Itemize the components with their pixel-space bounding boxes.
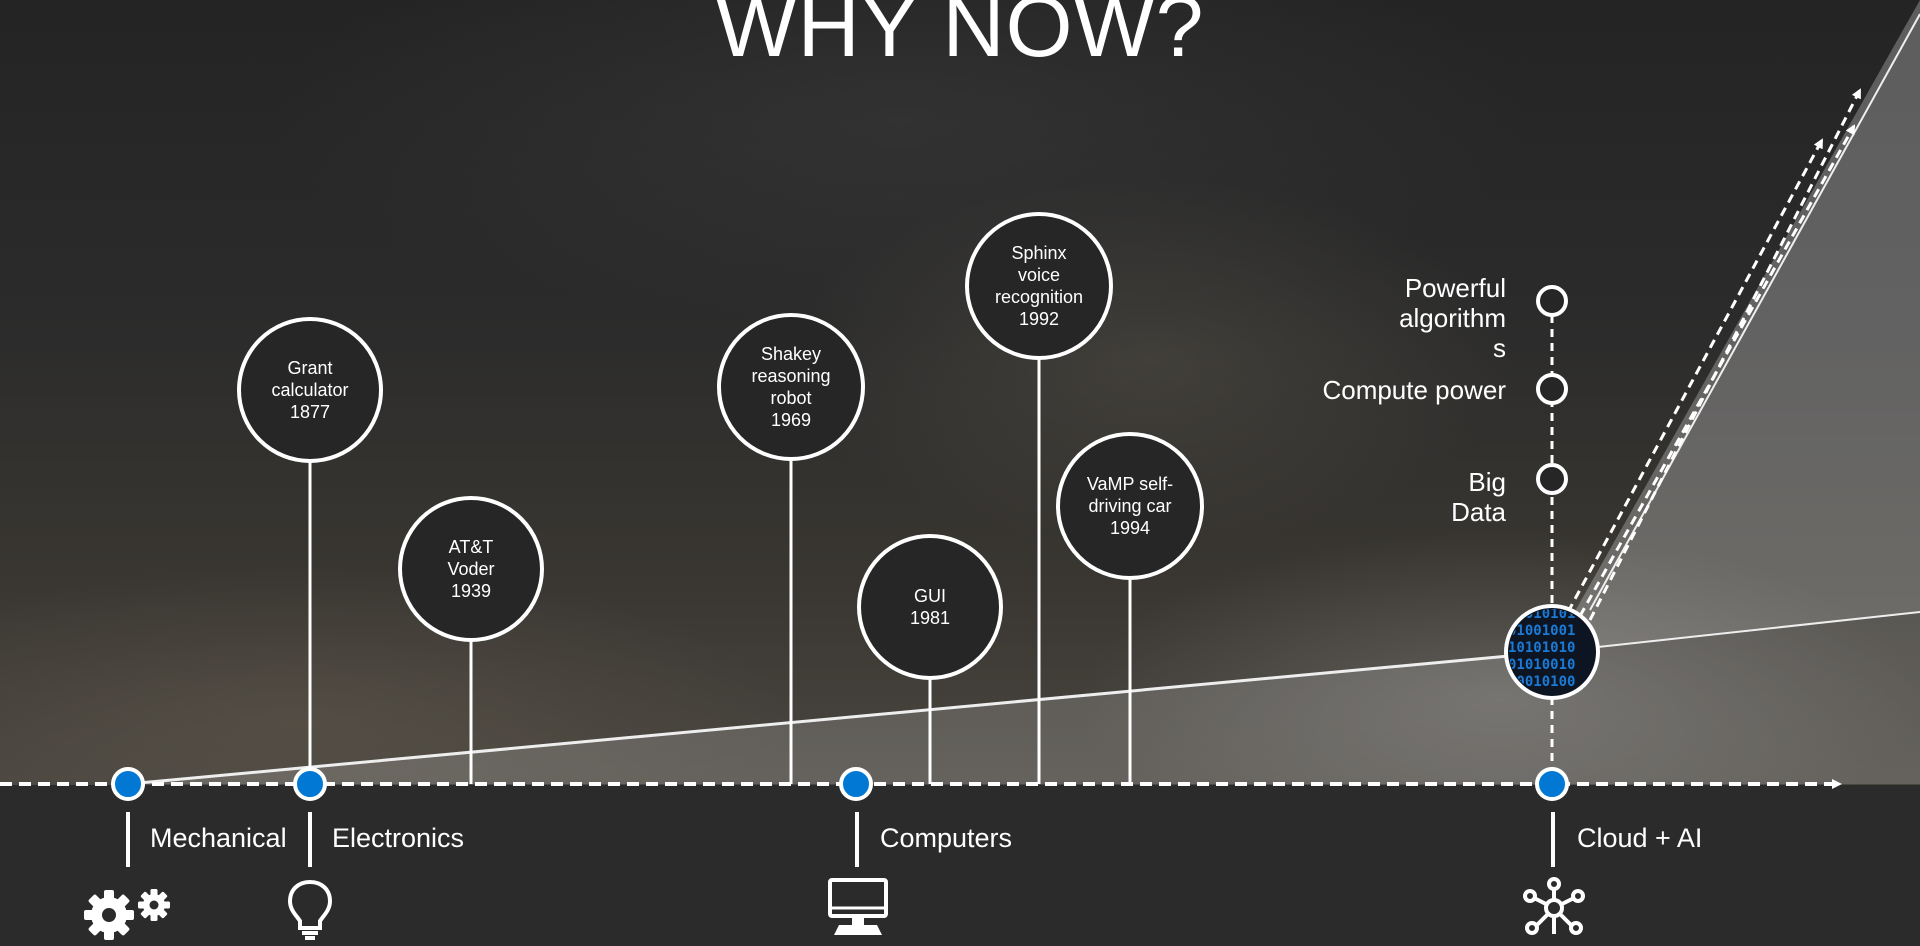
era-dot-mechanical (111, 767, 145, 801)
milestone-label: Shakey reasoning robot 1969 (751, 344, 831, 430)
driver-big-data: Big Data (1451, 467, 1506, 527)
computer-icon (828, 878, 888, 935)
slide-title: WHY NOW? (715, 0, 1205, 75)
milestone-label: GUI 1981 (909, 586, 951, 628)
era-divider (308, 812, 312, 867)
era-dot-computers (839, 767, 873, 801)
driver-node (1536, 463, 1568, 495)
driver-powerful-algorithms: Powerful algorithm s (1399, 273, 1506, 363)
timeline-graphic: 10010101 01001001 10101010 01010010 10010100 (0, 0, 1920, 801)
era-divider (855, 812, 859, 867)
era-dot-electronics (293, 767, 327, 801)
growth-wedge-steep (1552, 0, 1920, 652)
era-divider (126, 812, 130, 867)
era-label-mechanical: Mechanical (150, 823, 287, 853)
era-dot-cloud-ai (1535, 767, 1569, 801)
era-label-computers: Computers (880, 823, 1013, 853)
milestone-vamp: VaMP self- driving car 1994 (1056, 432, 1204, 580)
milestone-label: AT&T Voder 1939 (447, 537, 495, 601)
milestone-att-voder: AT&T Voder 1939 (398, 496, 544, 642)
milestone-label: Grant calculator 1877 (271, 358, 349, 422)
driver-node (1536, 285, 1568, 317)
milestone-grant-calculator: Grant calculator 1877 (237, 317, 383, 463)
era-label-electronics: Electronics (332, 823, 465, 853)
driver-node (1536, 373, 1568, 405)
binary-row: 10101010 (1508, 640, 1575, 656)
binary-row: 01010010 (1508, 657, 1575, 673)
milestone-sphinx: Sphinx voice recognition 1992 (965, 212, 1113, 360)
milestone-label: VaMP self- driving car 1994 (1086, 474, 1174, 538)
milestone-gui: GUI 1981 (857, 534, 1003, 680)
slide: 10010101 01001001 10101010 01010010 10010100… (0, 0, 1920, 946)
era-divider (1551, 812, 1555, 867)
era-label-cloud-ai: Cloud + AI (1577, 823, 1703, 853)
milestone-shakey-robot: Shakey reasoning robot 1969 (717, 313, 865, 461)
milestone-label: Sphinx voice recognition 1992 (994, 243, 1084, 329)
driver-compute-power: Compute power (1322, 375, 1506, 405)
network-icon (1523, 877, 1585, 935)
lightbulb-icon (287, 879, 333, 940)
gears-icon (84, 889, 170, 940)
